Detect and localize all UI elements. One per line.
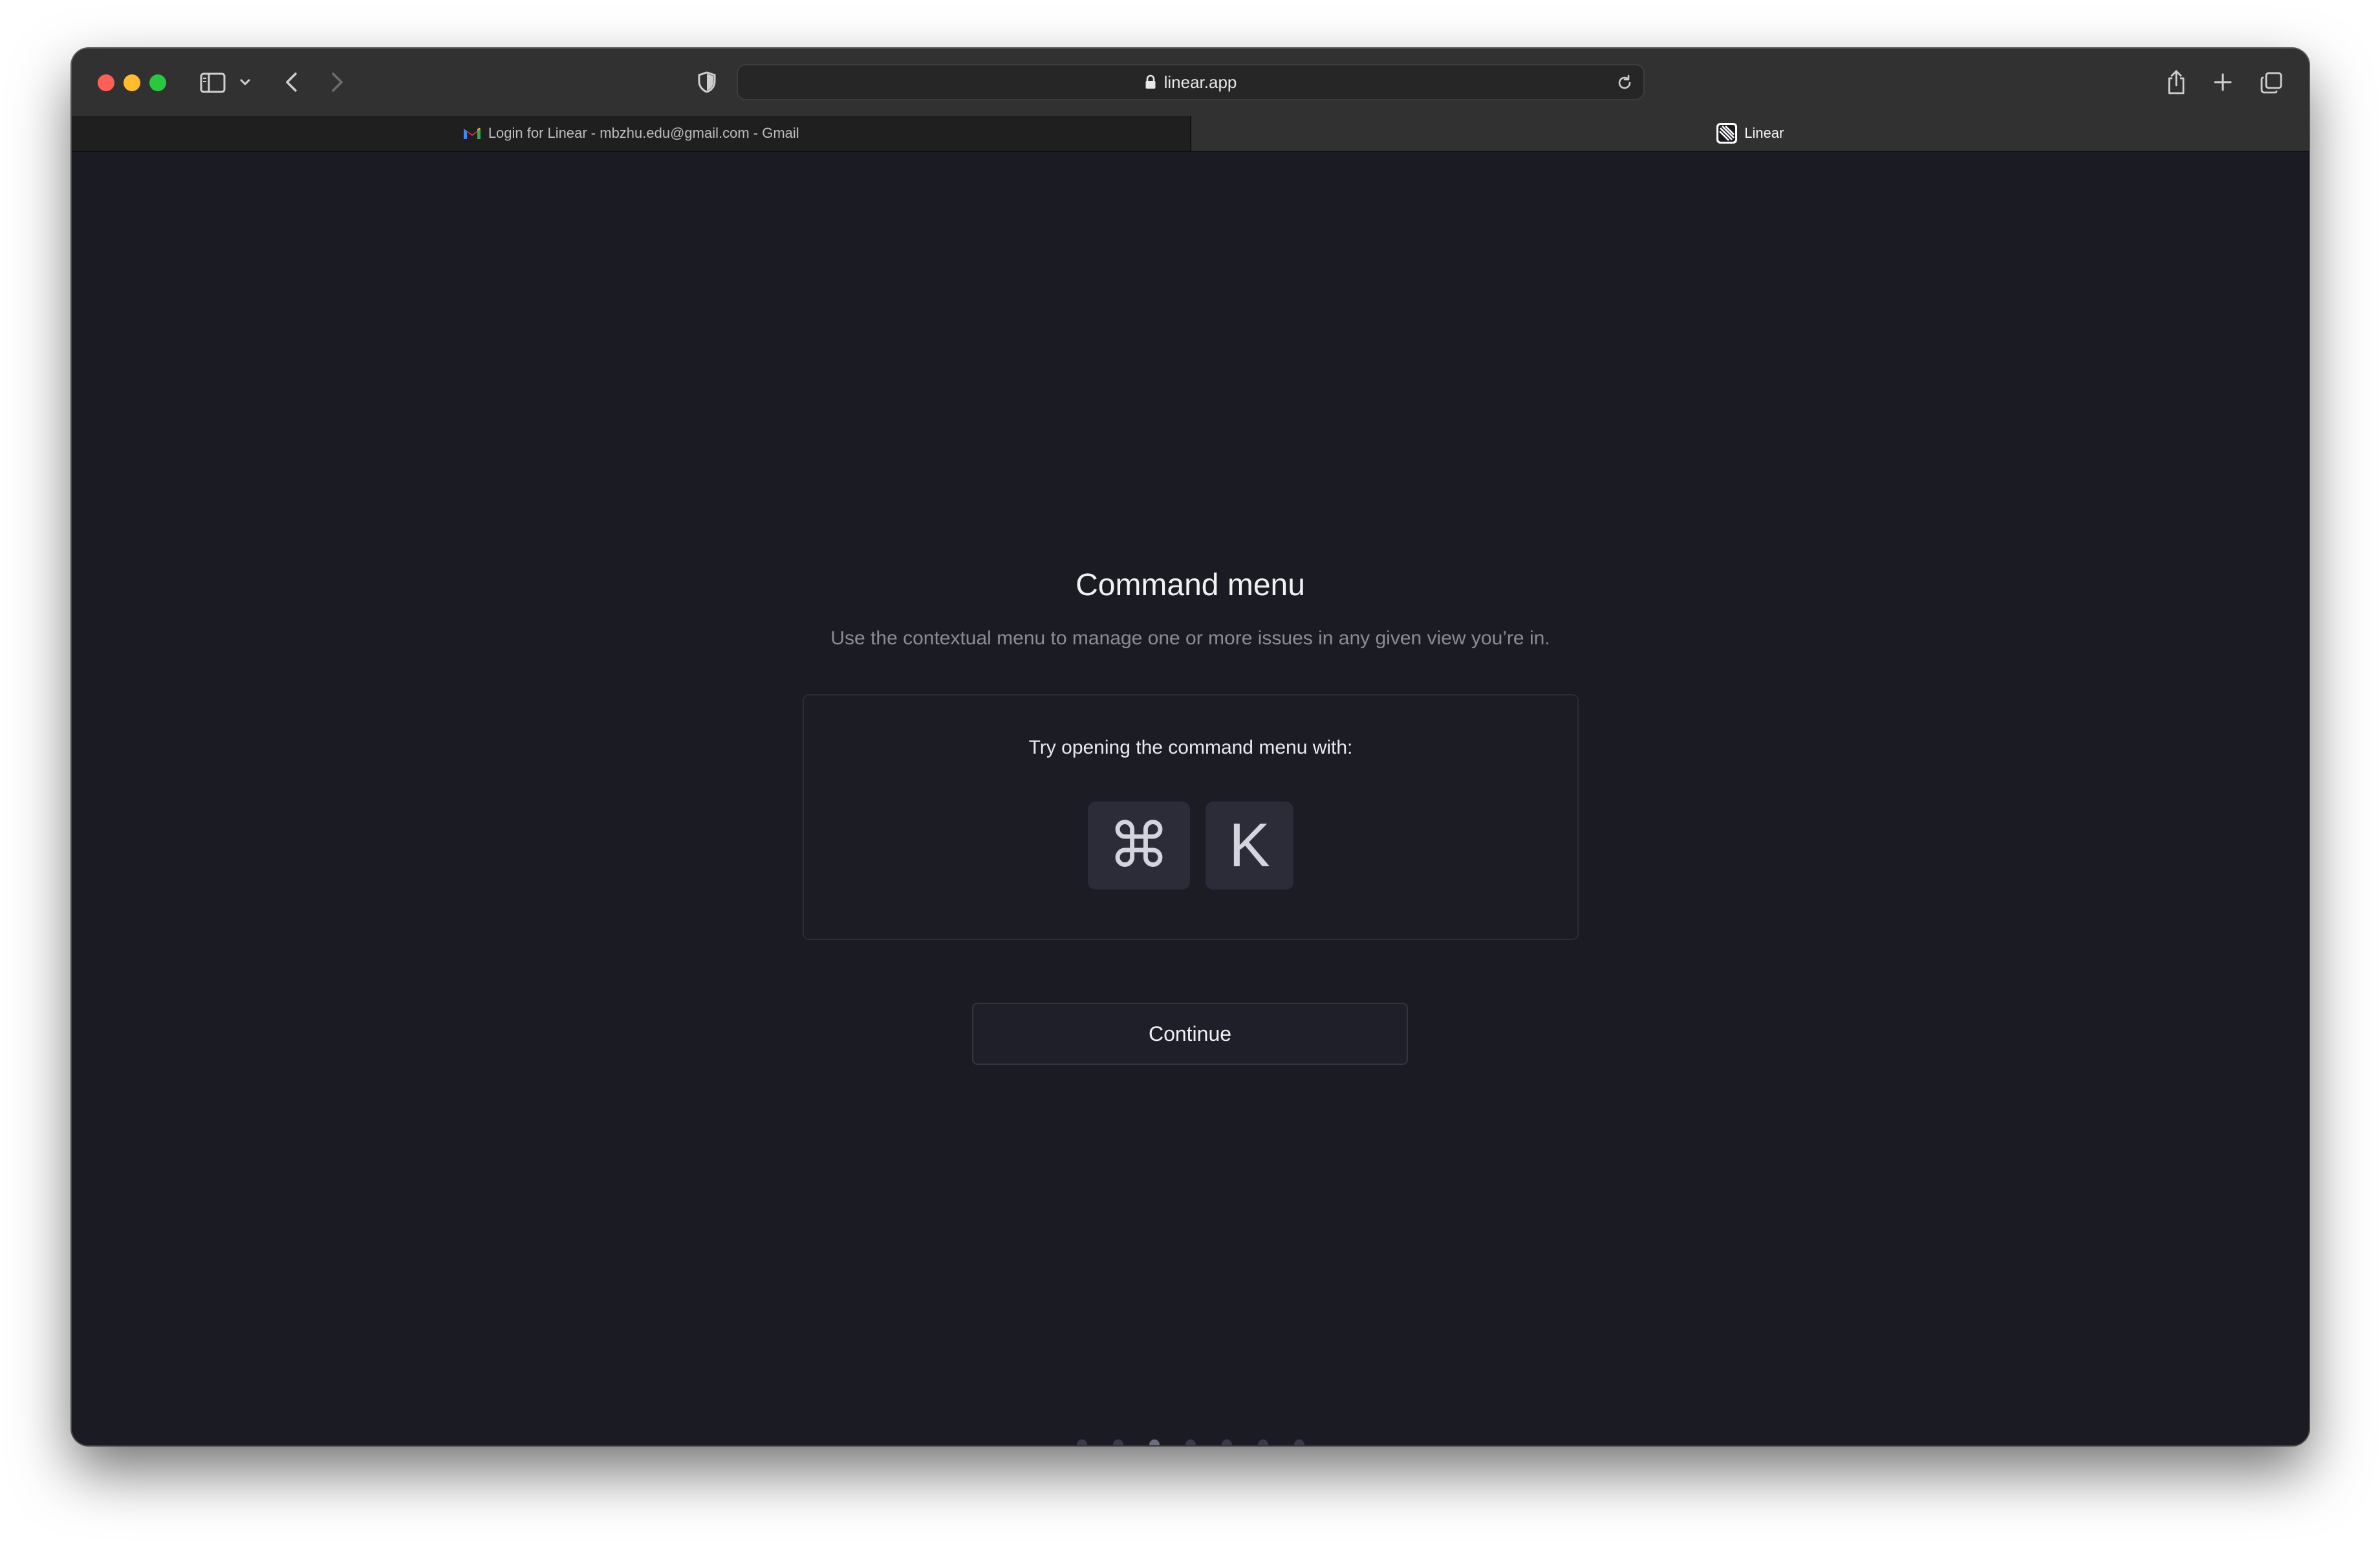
zoom-window-button[interactable] (149, 74, 166, 91)
sidebar-toggle-icon[interactable] (199, 71, 227, 95)
address-bar[interactable]: linear.app (737, 64, 1645, 100)
page-subtitle: Use the contextual menu to manage one or… (830, 628, 1550, 649)
gmail-icon (462, 126, 482, 140)
linear-logo-icon (1716, 122, 1738, 144)
step-dot (1076, 1439, 1087, 1445)
lock-icon (1145, 74, 1156, 90)
url-text: linear.app (1163, 72, 1237, 92)
step-dot (1112, 1439, 1123, 1445)
back-arrow-icon[interactable] (279, 69, 305, 95)
keyboard-shortcut: ⌘ K (804, 802, 1577, 890)
privacy-shield-icon[interactable] (694, 69, 720, 95)
continue-button[interactable]: Continue (972, 1003, 1408, 1065)
k-key: K (1206, 802, 1293, 890)
step-dot (1221, 1439, 1232, 1445)
tab-label: Linear (1744, 125, 1784, 141)
step-dot (1257, 1439, 1268, 1445)
step-dot (1293, 1439, 1304, 1445)
step-dot (1185, 1439, 1196, 1445)
tab-bar: Login for Linear - mbzhu.edu@gmail.com -… (72, 116, 2309, 152)
reload-icon[interactable] (1615, 73, 1634, 93)
tab-gmail[interactable]: Login for Linear - mbzhu.edu@gmail.com -… (72, 116, 1191, 151)
minimize-window-button[interactable] (124, 74, 140, 91)
close-window-button[interactable] (98, 74, 114, 91)
share-icon[interactable] (2162, 67, 2191, 98)
step-indicator (72, 1439, 2309, 1445)
command-key-icon: ⌘ (1088, 802, 1190, 890)
browser-window: linear.app Login for Linear - mbzhu.edu@… (72, 49, 2309, 1445)
onboarding-page: Command menu Use the contextual menu to … (72, 153, 2309, 1445)
chevron-down-icon[interactable] (237, 74, 253, 90)
tab-label: Login for Linear - mbzhu.edu@gmail.com -… (488, 125, 799, 141)
card-prompt: Try opening the command menu with: (1028, 737, 1353, 758)
shortcut-demo-card: Try opening the command menu with: ⌘ K (803, 694, 1579, 940)
tab-linear[interactable]: Linear (1191, 116, 2309, 151)
new-tab-plus-icon[interactable] (2210, 69, 2236, 95)
forward-arrow-icon[interactable] (324, 69, 350, 95)
step-dot (1149, 1439, 1160, 1445)
page-title: Command menu (1076, 568, 1305, 602)
browser-toolbar: linear.app (72, 49, 2309, 116)
tab-overview-icon[interactable] (2258, 69, 2285, 96)
